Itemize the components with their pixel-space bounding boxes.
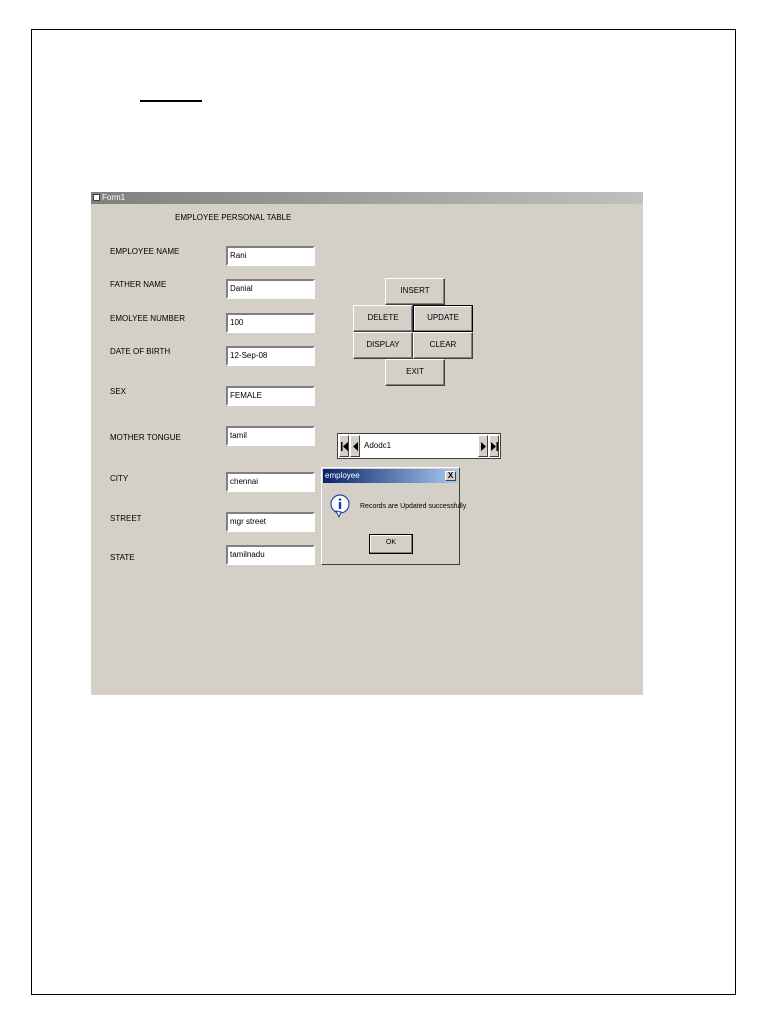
next-record-icon: [481, 442, 486, 451]
last-record-icon: [491, 442, 498, 451]
form-heading: EMPLOYEE PERSONAL TABLE: [175, 213, 292, 222]
street-input[interactable]: mgr street: [226, 512, 315, 532]
label-father-name: FATHER NAME: [110, 280, 167, 289]
exit-button[interactable]: EXIT: [385, 359, 445, 386]
display-button[interactable]: DISPLAY: [353, 332, 413, 359]
last-record-button[interactable]: [489, 435, 499, 457]
prev-record-icon: [353, 442, 358, 451]
form1-window: Form1 EMPLOYEE PERSONAL TABLE EMPLOYEE N…: [91, 192, 643, 695]
date-of-birth-input[interactable]: 12-Sep-08: [226, 346, 315, 366]
label-sex: SEX: [110, 387, 127, 396]
dialog-titlebar[interactable]: employee X: [323, 469, 458, 483]
next-record-button[interactable]: [478, 435, 488, 457]
mother-tongue-input[interactable]: tamil: [226, 426, 315, 446]
window-titlebar[interactable]: Form1: [91, 192, 643, 204]
label-city: CITY: [110, 474, 129, 483]
city-input[interactable]: chennai: [226, 472, 315, 492]
message-dialog: employee X Records are Updated successfu…: [321, 467, 466, 565]
first-record-icon: [341, 442, 348, 451]
label-state: STATE: [110, 553, 135, 562]
info-icon: [330, 494, 350, 518]
dialog-title: employee: [325, 471, 360, 480]
close-button[interactable]: X: [445, 471, 456, 481]
first-record-button[interactable]: [339, 435, 349, 457]
clear-button[interactable]: CLEAR: [413, 332, 473, 359]
label-mother-tongue: MOTHER TONGUE: [110, 433, 181, 442]
employee-number-input[interactable]: 100: [226, 313, 315, 333]
dialog-message: Records are Updated successfully: [360, 503, 467, 510]
window-title: Form1: [102, 193, 126, 202]
label-date-of-birth: DATE OF BIRTH: [110, 347, 171, 356]
ok-button[interactable]: OK: [369, 534, 413, 554]
father-name-input[interactable]: Danial: [226, 279, 315, 299]
adodc-navigator: Adodc1: [337, 433, 501, 459]
state-input[interactable]: tamilnadu: [226, 545, 315, 565]
update-button[interactable]: UPDATE: [413, 305, 473, 332]
label-employee-name: EMPLOYEE NAME: [110, 247, 180, 256]
label-employee-number: EMOLYEE NUMBER: [110, 314, 185, 323]
sex-input[interactable]: FEMALE: [226, 386, 315, 406]
adodc-caption: Adodc1: [364, 441, 392, 450]
app-icon[interactable]: [93, 194, 100, 201]
heading-underline: [140, 100, 202, 102]
insert-button[interactable]: INSERT: [385, 278, 445, 305]
delete-button[interactable]: DELETE: [353, 305, 413, 332]
label-street: STREET: [110, 514, 142, 523]
prev-record-button[interactable]: [350, 435, 360, 457]
employee-name-input[interactable]: Rani: [226, 246, 315, 266]
